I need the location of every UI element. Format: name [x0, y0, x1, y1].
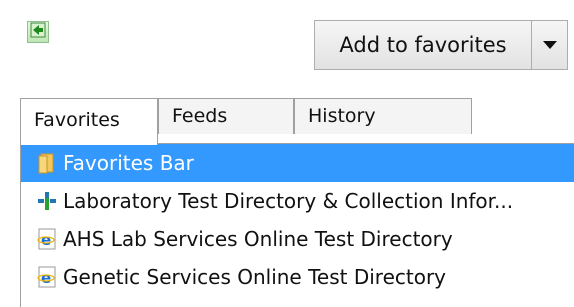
- folder-icon: [35, 151, 59, 175]
- add-to-favorites-dropdown-button[interactable]: [532, 21, 567, 69]
- tab-history-label: History: [308, 105, 376, 127]
- tab-history[interactable]: History: [294, 98, 472, 134]
- list-item-favorites-bar[interactable]: Favorites Bar: [21, 144, 574, 182]
- list-item-label: Genetic Services Online Test Directory: [63, 265, 447, 289]
- tab-favorites-label: Favorites: [34, 109, 120, 131]
- list-item-genetic-services[interactable]: e Genetic Services Online Test Directory: [25, 258, 574, 296]
- list-item-label: AHS Lab Services Online Test Directory: [63, 227, 453, 251]
- tab-feeds-label: Feeds: [172, 105, 228, 127]
- pin-green-arrow-icon: [30, 22, 46, 42]
- list-item-ahs-lab-services[interactable]: e AHS Lab Services Online Test Directory: [25, 220, 574, 258]
- favorites-list: Favorites Bar Laboratory Test Directory …: [21, 144, 574, 296]
- site-favicon-icon: [35, 189, 59, 213]
- list-item-label: Favorites Bar: [63, 151, 194, 175]
- ie-page-icon: e: [35, 265, 59, 289]
- pin-favorites-center-button[interactable]: [27, 21, 49, 43]
- favorites-tabs: Favorites Feeds History: [20, 98, 574, 145]
- tab-feeds[interactable]: Feeds: [158, 98, 294, 134]
- favorites-center-pane: Add to favorites Favorites Feeds History…: [0, 0, 574, 307]
- add-to-favorites-label: Add to favorites: [339, 33, 507, 57]
- add-to-favorites-split-button[interactable]: Add to favorites: [314, 20, 568, 70]
- list-item-laboratory-test-directory[interactable]: Laboratory Test Directory & Collection I…: [25, 182, 574, 220]
- list-item-label: Laboratory Test Directory & Collection I…: [63, 189, 514, 213]
- add-to-favorites-button[interactable]: Add to favorites: [315, 21, 532, 69]
- chevron-down-icon: [542, 41, 557, 49]
- tab-favorites[interactable]: Favorites: [20, 98, 158, 145]
- ie-page-icon: e: [35, 227, 59, 251]
- svg-text:e: e: [41, 231, 51, 249]
- svg-text:e: e: [41, 269, 51, 287]
